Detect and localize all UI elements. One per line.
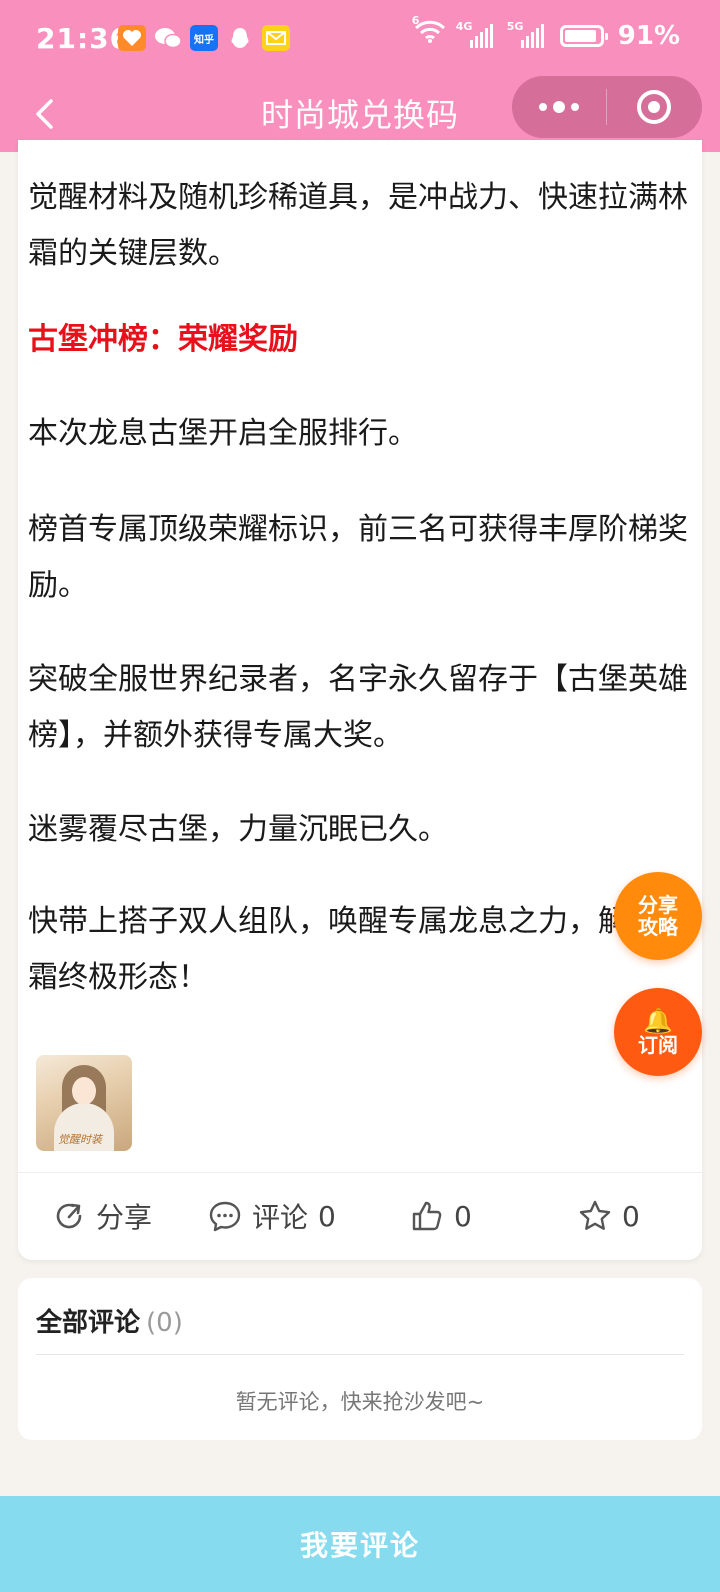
article-paragraph: 快带上搭子双人组队，唤醒专属龙息之力，解锁林霜终极形态！ [28,904,688,995]
wechat-icon [154,25,182,51]
signal-5g-icon: 5G [507,20,544,48]
article-paragraph: 本次龙息古堡开启全服排行。 [28,416,418,451]
share-icon [56,1203,82,1229]
qq-icon [226,25,254,51]
comment-button[interactable]: 评论 0 [208,1191,336,1241]
action-bar: 分享 评论 0 0 0 [18,1172,702,1260]
header: 21:36 知乎 6 4G 5G 91% 时尚城兑换码 [0,0,720,152]
status-bar: 21:36 知乎 6 4G 5G 91% [0,0,720,76]
signal-5g-label: 5G [506,19,524,33]
article-image[interactable]: 觉醒时装 [36,1055,132,1151]
comments-section: 全部评论 (0) 暂无评论，快来抢沙发吧~ [18,1278,702,1440]
zhihu-icon: 知乎 [190,25,218,51]
share-guide-button[interactable]: 分享 攻略 [614,872,702,960]
comment-label: 评论 [252,1201,309,1234]
subscribe-label: 订阅 [638,1033,678,1057]
write-comment-button[interactable]: 我要评论 [0,1496,720,1592]
article-heading: 古堡冲榜：荣耀奖励 [28,322,298,357]
comments-title: 全部评论 [36,1308,141,1338]
article-paragraph: 突破全服世界纪录者，名字永久留存于【古堡英雄榜】，并额外获得专属大奖。 [28,662,688,753]
like-button[interactable]: 0 [410,1191,472,1241]
status-indicators: 6 4G 5G 91% [412,14,680,51]
signal-4g-icon: 4G [456,20,493,48]
star-icon [579,1200,611,1230]
battery-icon [559,24,608,47]
favorite-button[interactable]: 0 [578,1191,640,1241]
thumbs-up-icon [412,1201,442,1231]
more-dots-icon [539,101,579,113]
divider [36,1354,684,1355]
battery-fill [564,29,596,42]
article-paragraph: 觉醒材料及随机珍稀道具，是冲战力、快速拉满林霜的关键层数。 [28,180,688,271]
comments-empty-state: 暂无评论，快来抢沙发吧~ [235,1390,485,1414]
close-miniapp-button[interactable] [607,90,701,124]
favorite-count: 0 [622,1199,640,1233]
like-count: 0 [454,1199,472,1233]
wifi-label: 6 [411,14,420,27]
heart-app-icon [118,25,146,51]
comments-count: (0) [146,1308,183,1338]
notification-icons: 知乎 [118,25,290,51]
signal-4g-label: 4G [455,19,473,33]
wifi-icon: 6 [412,14,446,51]
miniapp-capsule [512,76,702,138]
more-button[interactable] [512,101,606,113]
article-image-caption: 觉醒时装 [58,1133,102,1146]
share-guide-line1: 分享 [638,893,678,917]
article-paragraph: 榜首专属顶级荣耀标识，前三名可获得丰厚阶梯奖励。 [28,512,688,603]
subscribe-button[interactable]: 🔔 订阅 [614,988,702,1076]
status-time: 21:36 [36,22,131,55]
share-label: 分享 [96,1201,153,1234]
comment-icon [209,1201,241,1232]
bell-icon: 🔔 [643,1007,673,1035]
target-close-icon [637,90,671,124]
share-guide-line2: 攻略 [638,915,678,939]
share-button[interactable]: 分享 [52,1191,152,1241]
article-paragraph: 迷雾覆尽古堡，力量沉眠已久。 [28,812,448,847]
comments-header: 全部评论 (0) [36,1302,183,1339]
article-card: 觉醒材料及随机珍稀道具，是冲战力、快速拉满林霜的关键层数。 古堡冲榜：荣耀奖励 … [18,140,702,1260]
mail-icon [262,25,290,51]
comment-count: 0 [318,1199,336,1233]
battery-percent: 91% [617,20,680,51]
